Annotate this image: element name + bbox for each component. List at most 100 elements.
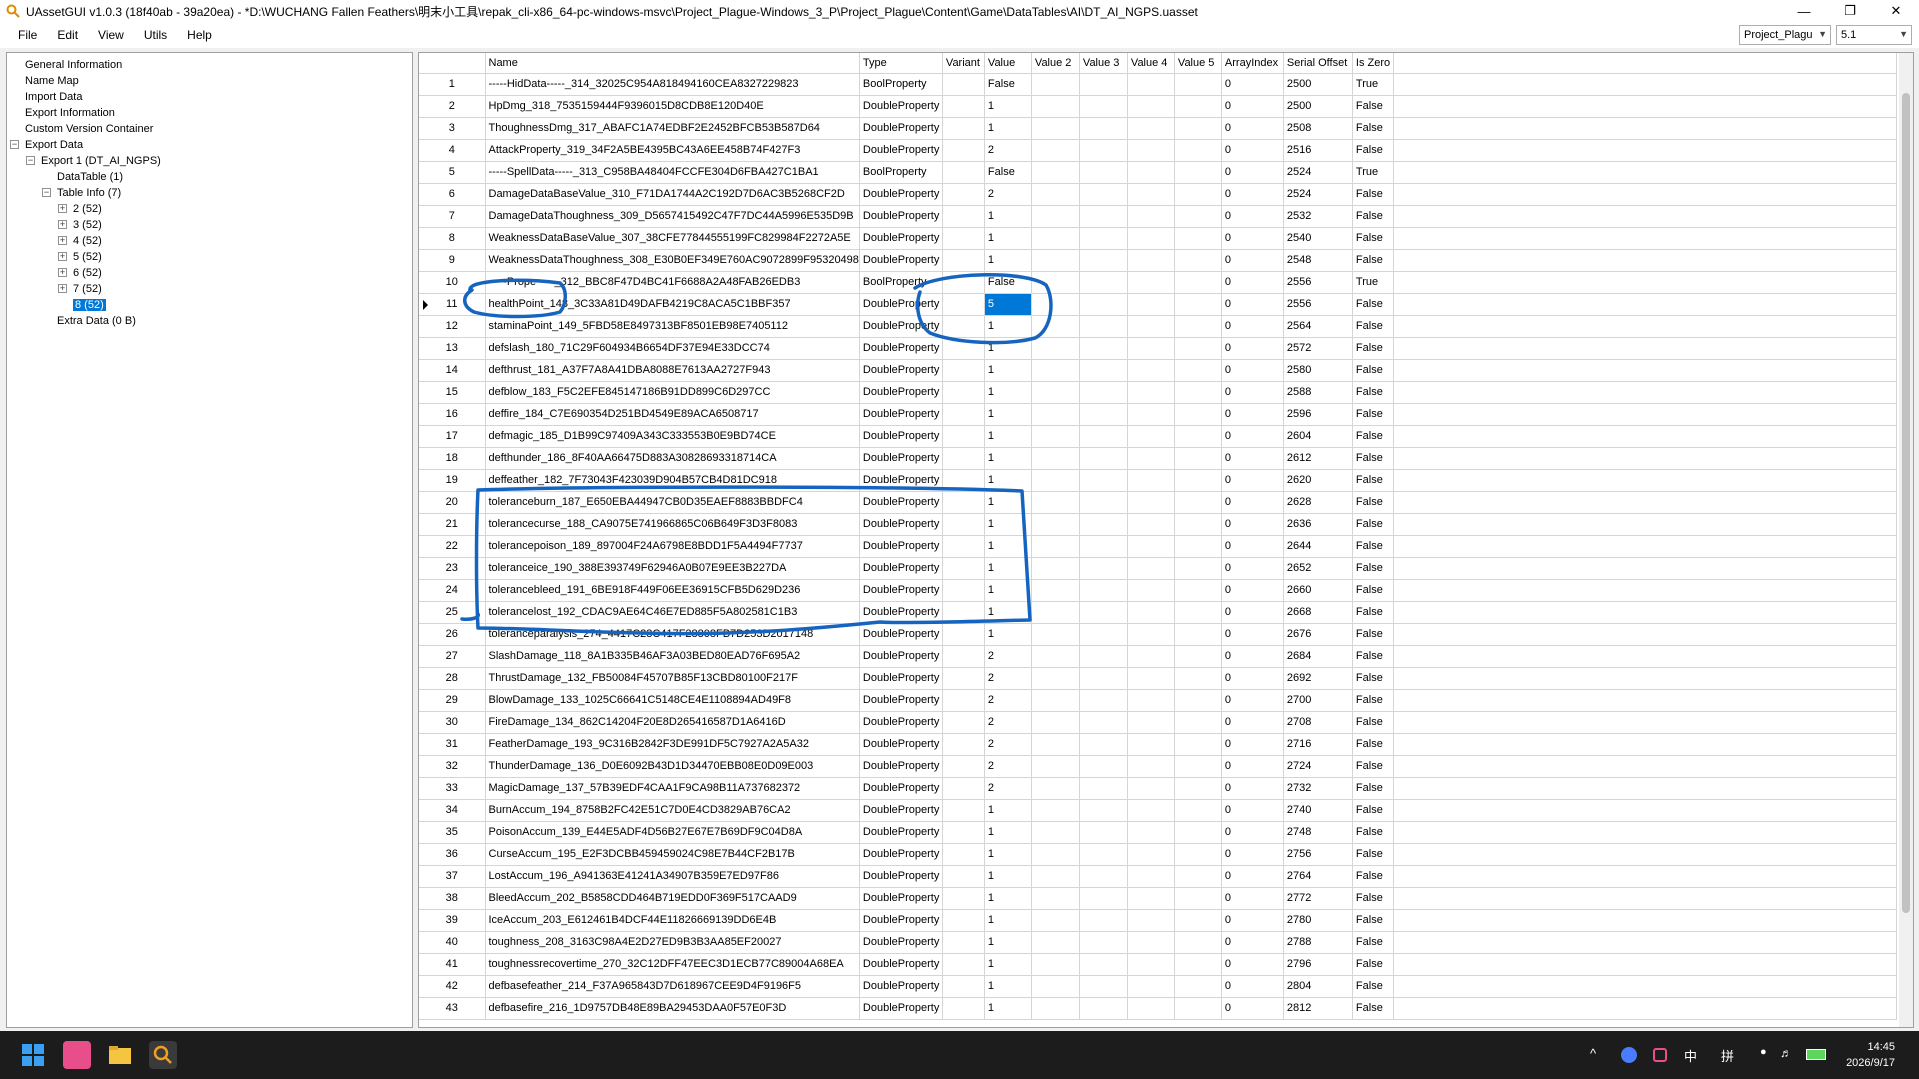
row-number[interactable]: 4	[419, 139, 486, 162]
type-cell[interactable]: DoubleProperty	[859, 997, 943, 1020]
type-cell[interactable]: DoubleProperty	[859, 667, 943, 690]
value5-cell[interactable]	[1174, 359, 1222, 382]
value2-cell[interactable]	[1031, 711, 1080, 734]
value4-cell[interactable]	[1127, 931, 1175, 954]
value5-cell[interactable]	[1174, 293, 1222, 316]
serial-offset-cell[interactable]: 2580	[1283, 359, 1353, 382]
is-zero-cell[interactable]: False	[1352, 491, 1394, 514]
type-cell[interactable]: DoubleProperty	[859, 139, 943, 162]
type-cell[interactable]: DoubleProperty	[859, 909, 943, 932]
column-header[interactable]: Serial Offset	[1283, 53, 1353, 74]
name-cell[interactable]: defslash_180_71C29F604934B6654DF37E94E33…	[485, 337, 860, 360]
variant-cell[interactable]	[942, 799, 985, 822]
value5-cell[interactable]	[1174, 777, 1222, 800]
variant-cell[interactable]	[942, 359, 985, 382]
serial-offset-cell[interactable]: 2748	[1283, 821, 1353, 844]
serial-offset-cell[interactable]: 2796	[1283, 953, 1353, 976]
tree-node[interactable]: 8 (52)	[73, 298, 106, 312]
variant-cell[interactable]	[942, 293, 985, 316]
browser-tray-icon[interactable]	[1621, 1047, 1637, 1063]
serial-offset-cell[interactable]: 2524	[1283, 161, 1353, 184]
arrayindex-cell[interactable]: 0	[1221, 601, 1284, 624]
type-cell[interactable]: DoubleProperty	[859, 359, 943, 382]
is-zero-cell[interactable]: False	[1352, 447, 1394, 470]
variant-cell[interactable]	[942, 425, 985, 448]
tree-node[interactable]: 6 (52)	[73, 266, 102, 280]
variant-cell[interactable]	[942, 865, 985, 888]
value4-cell[interactable]	[1127, 227, 1175, 250]
value5-cell[interactable]	[1174, 931, 1222, 954]
value-cell[interactable]: 1	[984, 469, 1032, 492]
tree-node[interactable]: 7 (52)	[73, 282, 102, 296]
arrayindex-cell[interactable]: 0	[1221, 667, 1284, 690]
value-cell[interactable]: 1	[984, 315, 1032, 338]
meitu-app-icon[interactable]	[63, 1041, 91, 1069]
variant-cell[interactable]	[942, 843, 985, 866]
type-cell[interactable]: DoubleProperty	[859, 931, 943, 954]
tree-node[interactable]: 4 (52)	[73, 234, 102, 248]
row-number[interactable]: 19	[419, 469, 486, 492]
arrayindex-cell[interactable]: 0	[1221, 843, 1284, 866]
name-cell[interactable]: IceAccum_203_E612461B4DCF44E11826669139D…	[485, 909, 860, 932]
volume-icon[interactable]: ♬	[1780, 1046, 1792, 1060]
is-zero-cell[interactable]: False	[1352, 403, 1394, 426]
column-header[interactable]: Value 2	[1031, 53, 1080, 74]
name-cell[interactable]: DamageDataThoughness_309_D5657415492C47F…	[485, 205, 860, 228]
variant-cell[interactable]	[942, 513, 985, 536]
type-cell[interactable]: DoubleProperty	[859, 557, 943, 580]
table-row[interactable]: 33 MagicDamage_137_57B39EDF4CAA1F9CA98B11…	[419, 777, 1897, 800]
type-cell[interactable]: DoubleProperty	[859, 755, 943, 778]
value2-cell[interactable]	[1031, 381, 1080, 404]
type-cell[interactable]: BoolProperty	[859, 271, 943, 294]
variant-cell[interactable]	[942, 579, 985, 602]
is-zero-cell[interactable]: False	[1352, 359, 1394, 382]
arrayindex-cell[interactable]: 0	[1221, 359, 1284, 382]
type-cell[interactable]: DoubleProperty	[859, 865, 943, 888]
value4-cell[interactable]	[1127, 403, 1175, 426]
name-cell[interactable]: LostAccum_196_A941363E41241A34907B359E7E…	[485, 865, 860, 888]
variant-cell[interactable]	[942, 975, 985, 998]
row-number[interactable]: 18	[419, 447, 486, 470]
serial-offset-cell[interactable]: 2700	[1283, 689, 1353, 712]
column-header[interactable]: Name	[485, 53, 860, 74]
value2-cell[interactable]	[1031, 491, 1080, 514]
serial-offset-cell[interactable]: 2588	[1283, 381, 1353, 404]
row-number[interactable]: 35	[419, 821, 486, 844]
variant-cell[interactable]	[942, 447, 985, 470]
serial-offset-cell[interactable]: 2764	[1283, 865, 1353, 888]
value2-cell[interactable]	[1031, 579, 1080, 602]
value2-cell[interactable]	[1031, 623, 1080, 646]
value-cell[interactable]: 2	[984, 139, 1032, 162]
is-zero-cell[interactable]: False	[1352, 601, 1394, 624]
value3-cell[interactable]	[1079, 821, 1128, 844]
type-cell[interactable]: DoubleProperty	[859, 733, 943, 756]
value4-cell[interactable]	[1127, 513, 1175, 536]
is-zero-cell[interactable]: False	[1352, 469, 1394, 492]
value4-cell[interactable]	[1127, 953, 1175, 976]
name-cell[interactable]: defthunder_186_8F40AA66475D883A308286933…	[485, 447, 860, 470]
arrayindex-cell[interactable]: 0	[1221, 425, 1284, 448]
name-cell[interactable]: BleedAccum_202_B5858CDD464B719EDD0F369F5…	[485, 887, 860, 910]
is-zero-cell[interactable]: False	[1352, 865, 1394, 888]
arrayindex-cell[interactable]: 0	[1221, 975, 1284, 998]
name-cell[interactable]: DamageDataBaseValue_310_F71DA1744A2C192D…	[485, 183, 860, 206]
row-number[interactable]: 12	[419, 315, 486, 338]
name-cell[interactable]: PoisonAccum_139_E44E5ADF4D56B27E67E7B69D…	[485, 821, 860, 844]
value3-cell[interactable]	[1079, 337, 1128, 360]
value5-cell[interactable]	[1174, 315, 1222, 338]
type-cell[interactable]: DoubleProperty	[859, 117, 943, 140]
value2-cell[interactable]	[1031, 601, 1080, 624]
value4-cell[interactable]	[1127, 293, 1175, 316]
name-cell[interactable]: -----SpellData-----_313_C958BA48404FCCFE…	[485, 161, 860, 184]
value4-cell[interactable]	[1127, 95, 1175, 118]
row-number[interactable]: 36	[419, 843, 486, 866]
row-number[interactable]: 1	[419, 73, 486, 96]
name-cell[interactable]: WeaknessDataThoughness_308_E30B0EF349E76…	[485, 249, 860, 272]
serial-offset-cell[interactable]: 2684	[1283, 645, 1353, 668]
value2-cell[interactable]	[1031, 755, 1080, 778]
is-zero-cell[interactable]: False	[1352, 689, 1394, 712]
variant-cell[interactable]	[942, 557, 985, 580]
value3-cell[interactable]	[1079, 953, 1128, 976]
value3-cell[interactable]	[1079, 601, 1128, 624]
value-cell[interactable]: 5	[984, 293, 1032, 316]
